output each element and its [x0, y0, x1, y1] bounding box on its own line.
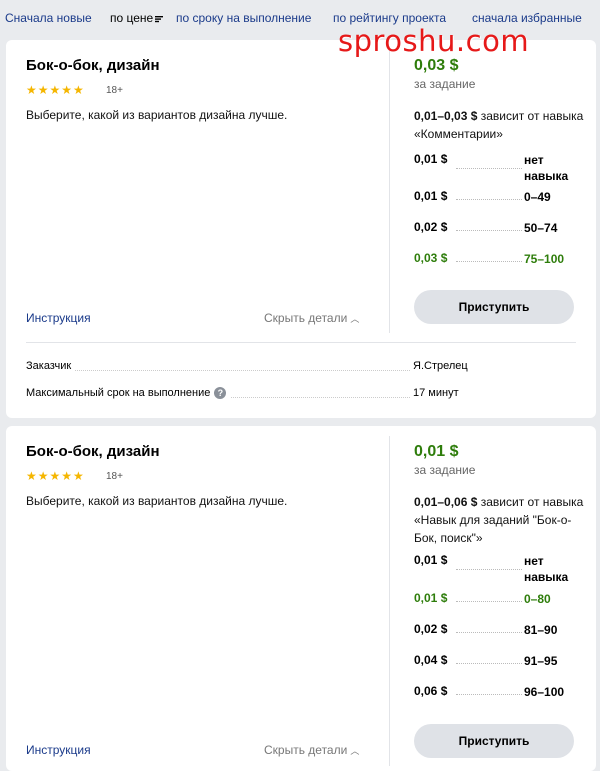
column-divider — [389, 50, 390, 333]
sort-deadline-link[interactable]: по сроку на выполнение — [176, 11, 311, 25]
rating-stars: ★★★★★ — [26, 469, 85, 483]
task-card: Бок-о-бок, дизайн ★★★★★ 18+ Выберите, ка… — [6, 426, 596, 771]
tier-range: 75–100 — [524, 252, 565, 266]
watermark: sproshu.com — [338, 24, 530, 58]
task-title[interactable]: Бок-о-бок, дизайн — [26, 57, 160, 74]
details-divider — [26, 342, 576, 343]
tier-price: 0,01 $ — [414, 591, 448, 605]
tier-price: 0,03 $ — [414, 251, 448, 265]
task-card: Бок-о-бок, дизайн ★★★★★ 18+ Выберите, ка… — [6, 40, 596, 418]
requester-label: Заказчик — [26, 360, 76, 372]
tier-range: 50–74 — [524, 221, 558, 235]
tier-price: 0,01 $ — [414, 152, 448, 166]
tier-price: 0,02 $ — [414, 622, 448, 636]
price-tier: 0,01 $ 0–49 — [414, 189, 584, 219]
start-button[interactable]: Приступить — [414, 290, 574, 324]
per-task-label: за задание — [414, 77, 476, 91]
start-button[interactable]: Приступить — [414, 724, 574, 758]
tier-price: 0,04 $ — [414, 653, 448, 667]
requester-value[interactable]: Я.Стрелец — [413, 360, 468, 372]
tier-range: 0–80 — [524, 592, 551, 606]
tier-price: 0,01 $ — [414, 553, 448, 567]
task-title[interactable]: Бок-о-бок, дизайн — [26, 443, 160, 460]
requester-row: Заказчик Я.Стрелец — [26, 360, 586, 378]
price-dependency: 0,01–0,03 $ зависит от навыка «Комментар… — [414, 107, 584, 143]
tier-range: нет навыка — [524, 554, 569, 584]
deadline-label-wrap: Максимальный срок на выполнение? — [26, 387, 231, 400]
hide-details-link[interactable]: Скрыть детали ︿ — [264, 311, 359, 325]
age-badge: 18+ — [106, 85, 123, 96]
sort-rating-link[interactable]: по рейтингу проекта — [333, 11, 446, 25]
tier-price: 0,01 $ — [414, 189, 448, 203]
task-price: 0,03 $ — [414, 57, 459, 74]
deadline-row: Максимальный срок на выполнение? 17 мину… — [26, 387, 586, 405]
price-tier-current: 0,01 $ 0–80 — [414, 591, 584, 621]
price-tier: 0,01 $ нет навыка — [414, 152, 584, 183]
price-tier: 0,01 $ нет навыка — [414, 553, 584, 584]
price-tier-current: 0,03 $ 75–100 — [414, 251, 584, 281]
price-range: 0,01–0,03 $ — [414, 109, 478, 123]
task-price: 0,01 $ — [414, 443, 459, 460]
sort-favorites-link[interactable]: сначала избранные — [472, 11, 582, 25]
price-tier: 0,02 $ 81–90 — [414, 622, 584, 652]
rating-stars: ★★★★★ — [26, 83, 85, 97]
price-tier: 0,06 $ 96–100 — [414, 684, 584, 714]
tier-price: 0,02 $ — [414, 220, 448, 234]
help-icon[interactable]: ? — [214, 387, 227, 400]
hide-details-link[interactable]: Скрыть детали ︿ — [264, 743, 359, 757]
price-range: 0,01–0,06 $ — [414, 495, 478, 509]
deadline-label: Максимальный срок на выполнение — [26, 387, 211, 399]
task-description: Выберите, какой из вариантов дизайна луч… — [26, 108, 288, 122]
tier-range: 96–100 — [524, 685, 565, 699]
task-description: Выберите, какой из вариантов дизайна луч… — [26, 494, 288, 508]
hide-details-label: Скрыть детали — [264, 311, 348, 325]
sort-newest-link[interactable]: Сначала новые — [5, 11, 92, 25]
tier-range: 81–90 — [524, 623, 558, 637]
per-task-label: за задание — [414, 463, 476, 477]
price-dependency: 0,01–0,06 $ зависит от навыка «Навык для… — [414, 493, 584, 547]
chevron-up-icon: ︿ — [350, 314, 360, 324]
tier-price: 0,06 $ — [414, 684, 448, 698]
instruction-link[interactable]: Инструкция — [26, 311, 91, 325]
tier-range: нет навыка — [524, 153, 569, 183]
chevron-up-icon: ︿ — [350, 746, 360, 756]
hide-details-label: Скрыть детали — [264, 743, 348, 757]
deadline-value: 17 минут — [413, 387, 459, 399]
instruction-link[interactable]: Инструкция — [26, 743, 91, 757]
price-tier: 0,04 $ 91–95 — [414, 653, 584, 683]
tier-range: 0–49 — [524, 190, 551, 204]
sort-descending-icon — [155, 15, 164, 23]
sort-price-link[interactable]: по цене — [110, 11, 164, 25]
age-badge: 18+ — [106, 471, 123, 482]
sort-price-label: по цене — [110, 11, 154, 25]
column-divider — [389, 436, 390, 766]
tier-range: 91–95 — [524, 654, 558, 668]
price-tier: 0,02 $ 50–74 — [414, 220, 584, 250]
